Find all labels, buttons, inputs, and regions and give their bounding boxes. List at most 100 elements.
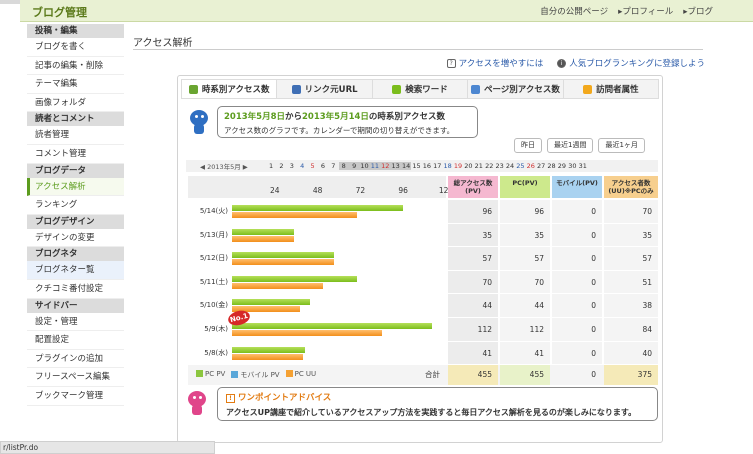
calendar-day[interactable]: 19	[453, 162, 463, 170]
tab-visitor[interactable]: 訪問者属性	[564, 80, 658, 98]
sidebar-item[interactable]: フリースペース編集	[27, 368, 124, 387]
last-month-button[interactable]: 最近1ヶ月	[598, 138, 645, 153]
table-row: 5/12(日) 57 57 0 57	[188, 247, 658, 271]
table-row: 5/8(水) 41 41 0 40	[188, 342, 658, 366]
total-cell: 455	[448, 365, 498, 386]
sidebar-item[interactable]: コメント管理	[27, 145, 124, 164]
header-nav: 自分の公開ページ ▸プロフィール ▸ブログ	[540, 5, 713, 17]
calendar-day[interactable]: 16	[422, 162, 432, 170]
legend-swatch	[285, 370, 293, 378]
sidebar-item[interactable]: 読者管理	[27, 126, 124, 145]
table-cell: 84	[642, 324, 652, 334]
x-tick-label: 24	[270, 186, 280, 195]
sidebar-item[interactable]: プラグインの追加	[27, 350, 124, 369]
calendar-day[interactable]: 10	[359, 162, 370, 170]
calendar-day[interactable]: 23	[494, 162, 504, 170]
calendar-day[interactable]: 20	[463, 162, 473, 170]
sidebar-section-heading: ブログデータ	[27, 163, 124, 178]
sidebar-item[interactable]: ブックマーク管理	[27, 387, 124, 406]
calendar-day[interactable]: 14	[400, 162, 412, 170]
column-header: PC(PV)	[500, 176, 550, 198]
sidebar-item[interactable]: クチコミ番付設定	[27, 280, 124, 299]
pc-uu-bar	[232, 329, 382, 336]
yesterday-button[interactable]: 昨日	[514, 138, 542, 153]
calendar-day[interactable]: 30	[567, 162, 577, 170]
calendar-day[interactable]: 3	[287, 162, 297, 170]
sidebar-item[interactable]: テーマ編集	[27, 75, 124, 94]
sidebar-item[interactable]: 記事の編集・削除	[27, 57, 124, 76]
total-cell: 375	[604, 365, 658, 386]
legend-item: モバイル PV	[231, 370, 280, 380]
total-cell: 455	[500, 365, 550, 386]
sidebar-section-heading: サイドバー	[27, 298, 124, 313]
calendar-day[interactable]: 2	[276, 162, 286, 170]
table-header: 24 48 72 96 120 総アクセス数 (PV) PC(PV) モバイル(PV) アクセ…	[188, 176, 658, 200]
sidebar-section-heading: 読者とコメント	[27, 112, 124, 127]
page-header-title: ブログ管理	[32, 6, 87, 19]
calendar-day[interactable]: 4	[297, 162, 307, 170]
table-cell: 70	[482, 277, 492, 287]
pc-pv-bar	[232, 322, 432, 329]
calendar-day[interactable]: 26	[526, 162, 536, 170]
calendar-day[interactable]: 21	[474, 162, 484, 170]
table-cell: 41	[534, 348, 544, 358]
calendar-day[interactable]: 9	[348, 162, 360, 170]
pc-uu-bar	[232, 282, 323, 289]
increase-access-link[interactable]: ? アクセスを増やすには	[446, 57, 543, 69]
calendar-day[interactable]: 5	[307, 162, 317, 170]
nav-blog-link[interactable]: ▸ブログ	[683, 5, 713, 17]
sidebar-item[interactable]: 画像フォルダ	[27, 94, 124, 113]
calendar-day[interactable]: 29	[557, 162, 567, 170]
x-axis-ticks: 24 48 72 96 120	[206, 186, 453, 198]
calendar-day[interactable]: 28	[546, 162, 556, 170]
sidebar-item[interactable]: 設定・管理	[27, 313, 124, 332]
calendar-day[interactable]: 6	[318, 162, 328, 170]
pc-uu-bar	[232, 353, 304, 360]
calendar-day[interactable]: 11	[369, 162, 381, 170]
advice-title-row: ! ワンポイントアドバイス	[226, 391, 649, 403]
calendar-day[interactable]: 24	[505, 162, 515, 170]
tab-page[interactable]: ページ別アクセス数	[468, 80, 564, 98]
calendar-day[interactable]: 12	[380, 162, 391, 170]
total-cell: 0	[552, 365, 602, 386]
advice-body: アクセスUP講座で紹介しているアクセスアップ方法を実践すると毎日アクセス解析を見…	[226, 408, 637, 417]
table-cell: 70	[534, 277, 544, 287]
calendar-day[interactable]: 15	[411, 162, 421, 170]
calendar-day[interactable]: 13	[390, 162, 401, 170]
table-cell: 96	[482, 207, 492, 216]
tab-link-page[interactable]: リンク元URL	[277, 80, 373, 98]
ranking-register-link[interactable]: i 人気ブログランキングに登録しよう	[557, 57, 705, 69]
calendar-day[interactable]: 1	[266, 162, 276, 170]
calendar-day[interactable]: 7	[328, 162, 338, 170]
sidebar-item[interactable]: 配置設定	[27, 331, 124, 350]
period-date-connector: から	[285, 112, 303, 122]
calendar-day[interactable]: 31	[578, 162, 588, 170]
calendar-day[interactable]: 17	[432, 162, 442, 170]
pc-pv-bar	[232, 346, 306, 353]
calendar-day[interactable]: 8	[338, 162, 349, 170]
legend-item: PC UU	[285, 370, 316, 380]
sidebar-item[interactable]: ランキング	[27, 196, 124, 215]
total-label: 合計	[425, 370, 440, 380]
last-week-button[interactable]: 最近1週間	[547, 138, 594, 153]
sidebar-item[interactable]: ブログネター覧	[27, 261, 124, 280]
sidebar-item[interactable]: アクセス解析	[27, 177, 124, 197]
sidebar-item[interactable]: ブログを書く	[27, 38, 124, 57]
clock-icon	[188, 84, 198, 94]
calendar-day[interactable]: 25	[515, 162, 525, 170]
nav-profile-link[interactable]: ▸プロフィール	[618, 5, 673, 17]
column-header: アクセス者数 (UU)※PCのみ	[604, 176, 658, 198]
calendar-day[interactable]: 22	[484, 162, 494, 170]
tab-search-bubble[interactable]: 検索ワード	[373, 80, 469, 98]
chart-legend: PC PV モバイル PV PC UU	[196, 370, 316, 380]
period-info-tail: の時系別アクセス数	[368, 112, 445, 122]
nav-public-page-link[interactable]: 自分の公開ページ	[540, 5, 608, 17]
sidebar-item[interactable]: デザインの変更	[27, 229, 124, 248]
tab-clock[interactable]: 時系別アクセス数	[182, 80, 278, 98]
visitor-icon	[583, 84, 593, 94]
table-cell: 70	[642, 207, 652, 216]
calendar-day[interactable]: 18	[442, 162, 452, 170]
pc-uu-bar	[232, 212, 357, 218]
calendar-day[interactable]: 27	[536, 162, 546, 170]
month-navigator[interactable]: ◀ 2013年5月 ▶	[200, 161, 248, 171]
